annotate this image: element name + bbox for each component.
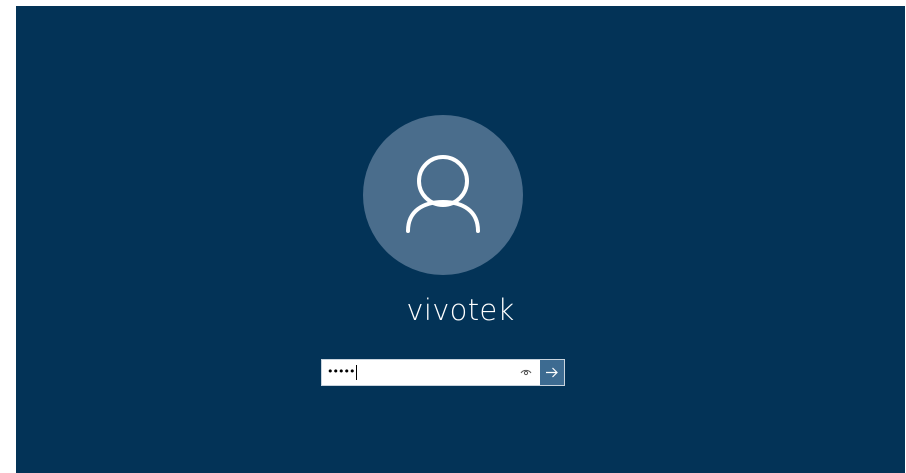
submit-button[interactable]	[540, 360, 564, 385]
password-input[interactable]: •••••	[322, 360, 540, 385]
password-masked-value: •••••	[327, 365, 355, 378]
user-avatar	[363, 115, 523, 275]
lock-screen: vivotek •••••	[16, 6, 905, 473]
text-caret	[356, 364, 358, 380]
user-silhouette-icon	[406, 155, 480, 233]
password-box: •••••	[321, 359, 565, 386]
username-label: vivotek	[406, 293, 515, 327]
arrow-right-icon	[546, 367, 558, 378]
eye-icon[interactable]	[520, 367, 532, 377]
